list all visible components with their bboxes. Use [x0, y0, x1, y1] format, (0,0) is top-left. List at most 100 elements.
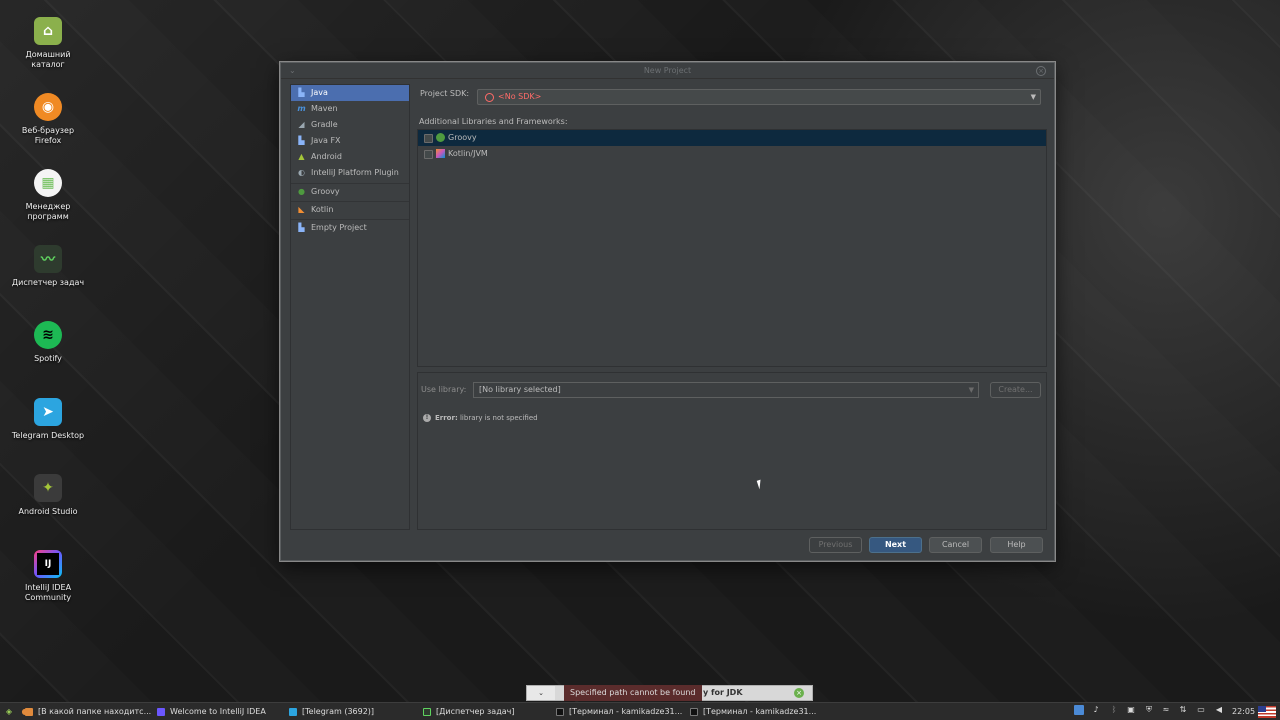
taskbar-item-telegram[interactable]: [Telegram (3692)] — [286, 705, 414, 719]
project-type-kotlin[interactable]: ◣ Kotlin — [291, 201, 409, 217]
desktop-icons: ⌂ Домашний каталог ◉ Веб-браузер Firefox… — [0, 0, 100, 700]
intellij-icon: IJ — [34, 550, 62, 578]
project-type-groovy[interactable]: ● Groovy — [291, 183, 409, 199]
folder-icon: ▙ — [298, 136, 305, 145]
close-icon[interactable]: × — [794, 688, 804, 698]
error-toast: Specified path cannot be found — [564, 685, 702, 701]
desktop-icon-firefox[interactable]: ◉ Веб-браузер Firefox — [8, 93, 88, 146]
groovy-icon — [436, 133, 445, 142]
telegram-icon: ➤ — [34, 398, 62, 426]
taskbar-item-intellij[interactable]: Welcome to IntelliJ IDEA — [154, 705, 282, 719]
terminal-icon — [690, 708, 698, 716]
desktop-icon-software-manager[interactable]: ▦ Менеджер программ — [8, 169, 88, 222]
close-icon[interactable]: × — [1036, 66, 1046, 76]
library-label: Groovy — [448, 133, 477, 142]
create-library-button[interactable]: Create... — [990, 382, 1041, 398]
project-type-intellij-plugin[interactable]: ◐ IntelliJ Platform Plugin — [291, 165, 409, 181]
android-icon: ▲ — [298, 152, 305, 161]
library-checkbox[interactable] — [424, 134, 433, 143]
chevron-down-icon: ▼ — [1030, 93, 1036, 101]
taskbar-item-browser[interactable]: [В какой папке находитс... — [22, 705, 152, 719]
project-type-label: Empty Project — [311, 223, 367, 232]
dialog-titlebar[interactable]: ⌄ New Project × — [281, 63, 1054, 79]
taskbar-item-label: Welcome to IntelliJ IDEA — [170, 707, 266, 716]
project-type-label: IntelliJ Platform Plugin — [311, 168, 399, 177]
library-label: Kotlin/JVM — [448, 149, 488, 158]
project-type-label: Gradle — [311, 120, 338, 129]
volume-icon[interactable]: ◀ — [1214, 705, 1224, 715]
battery-icon[interactable]: ▭ — [1196, 705, 1206, 715]
home-folder-icon: ⌂ — [34, 17, 62, 45]
project-sdk-value: <No SDK> — [498, 92, 542, 101]
error-text: library is not specified — [459, 414, 538, 422]
desktop-icon-telegram[interactable]: ➤ Telegram Desktop — [8, 398, 88, 441]
chevron-down-icon[interactable]: ⌄ — [289, 63, 296, 79]
menu-icon[interactable]: ◈ — [4, 707, 14, 717]
taskbar-item-terminal-2[interactable]: [Терминал - kamikadze31... — [687, 705, 819, 719]
cancel-button[interactable]: Cancel — [929, 537, 982, 553]
desktop-icon-label: Spotify — [34, 354, 62, 363]
task-manager-icon: 〰 — [34, 245, 62, 273]
taskbar-item-label: [Терминал - kamikadze31... — [569, 707, 683, 716]
help-button[interactable]: Help — [990, 537, 1043, 553]
project-type-empty[interactable]: ▙ Empty Project — [291, 219, 409, 235]
network-icon[interactable]: ⇅ — [1178, 705, 1188, 715]
notification-text: y for JDK — [703, 688, 743, 697]
use-library-label: Use library: — [421, 385, 467, 394]
chevron-down-icon[interactable]: ⌄ — [527, 686, 555, 700]
new-project-dialog: ⌄ New Project × ▙ Java m Maven ◢ Gradle … — [280, 62, 1055, 561]
kotlin-icon: ◣ — [298, 205, 305, 214]
use-library-value: [No library selected] — [479, 385, 561, 394]
folder-icon: ▙ — [298, 223, 305, 232]
libraries-list: Groovy Kotlin/JVM — [417, 129, 1047, 367]
project-sdk-label: Project SDK: — [420, 89, 470, 98]
clipboard-icon[interactable]: ▣ — [1126, 705, 1136, 715]
next-button[interactable]: Next — [869, 537, 922, 553]
keyboard-layout-flag-icon[interactable] — [1258, 706, 1276, 718]
library-config-panel: Use library: [No library selected] ▼ Cre… — [417, 372, 1047, 530]
desktop-icon-intellij[interactable]: IJ IntelliJ IDEA Community — [8, 550, 88, 603]
project-type-label: Maven — [311, 104, 338, 113]
shield-icon[interactable]: ⛨ — [1144, 705, 1154, 715]
project-type-javafx[interactable]: ▙ Java FX — [291, 133, 409, 149]
previous-button[interactable]: Previous — [809, 537, 862, 553]
wifi-icon[interactable]: ≈ — [1161, 705, 1171, 715]
plugin-icon: ◐ — [298, 168, 305, 177]
taskbar-item-task-manager[interactable]: [Диспетчер задач] — [420, 705, 548, 719]
library-item-kotlin[interactable]: Kotlin/JVM — [418, 146, 1046, 162]
error-message: ! Error: library is not specified — [423, 413, 538, 423]
desktop-icon-label: Telegram Desktop — [11, 431, 85, 440]
android-studio-icon: ✦ — [34, 474, 62, 502]
project-type-label: Android — [311, 152, 342, 161]
desktop-icon-home[interactable]: ⌂ Домашний каталог — [8, 17, 88, 70]
sdk-warning-icon — [485, 93, 494, 102]
update-icon[interactable] — [1074, 705, 1084, 715]
clock[interactable]: 22:05 — [1232, 705, 1255, 719]
project-type-gradle[interactable]: ◢ Gradle — [291, 117, 409, 133]
desktop-icon-label: Android Studio — [18, 507, 78, 516]
project-settings-panel: Project SDK: <No SDK> ▼ Additional Libra… — [417, 84, 1047, 530]
bluetooth-icon[interactable]: ᛒ — [1109, 705, 1119, 715]
project-type-android[interactable]: ▲ Android — [291, 149, 409, 165]
project-type-java[interactable]: ▙ Java — [291, 85, 409, 101]
use-library-dropdown[interactable]: [No library selected] ▼ — [473, 382, 979, 398]
folder-icon: ▙ — [298, 88, 305, 97]
software-manager-icon: ▦ — [34, 169, 62, 197]
desktop-icon-android-studio[interactable]: ✦ Android Studio — [8, 474, 88, 517]
desktop-icon-task-manager[interactable]: 〰 Диспетчер задач — [8, 245, 88, 288]
project-type-label: Kotlin — [311, 205, 334, 214]
project-sdk-dropdown[interactable]: <No SDK> ▼ — [477, 89, 1041, 105]
additional-libraries-label: Additional Libraries and Frameworks: — [419, 117, 568, 126]
taskbar-item-label: [Терминал - kamikadze31... — [703, 707, 817, 716]
library-item-groovy[interactable]: Groovy — [418, 130, 1046, 146]
project-type-maven[interactable]: m Maven — [291, 101, 409, 117]
bell-icon[interactable]: ♪ — [1091, 705, 1101, 715]
desktop-icon-spotify[interactable]: ≋ Spotify — [8, 321, 88, 364]
gradle-icon: ◢ — [298, 120, 305, 129]
library-checkbox[interactable] — [424, 150, 433, 159]
desktop-icon-label: Веб-браузер Firefox — [21, 126, 75, 145]
taskbar: ◈ ● [В какой папке находитс... Welcome t… — [0, 702, 1280, 720]
taskbar-item-terminal-1[interactable]: [Терминал - kamikadze31... — [553, 705, 683, 719]
project-type-label: Java FX — [311, 136, 341, 145]
browser-icon — [25, 708, 33, 716]
